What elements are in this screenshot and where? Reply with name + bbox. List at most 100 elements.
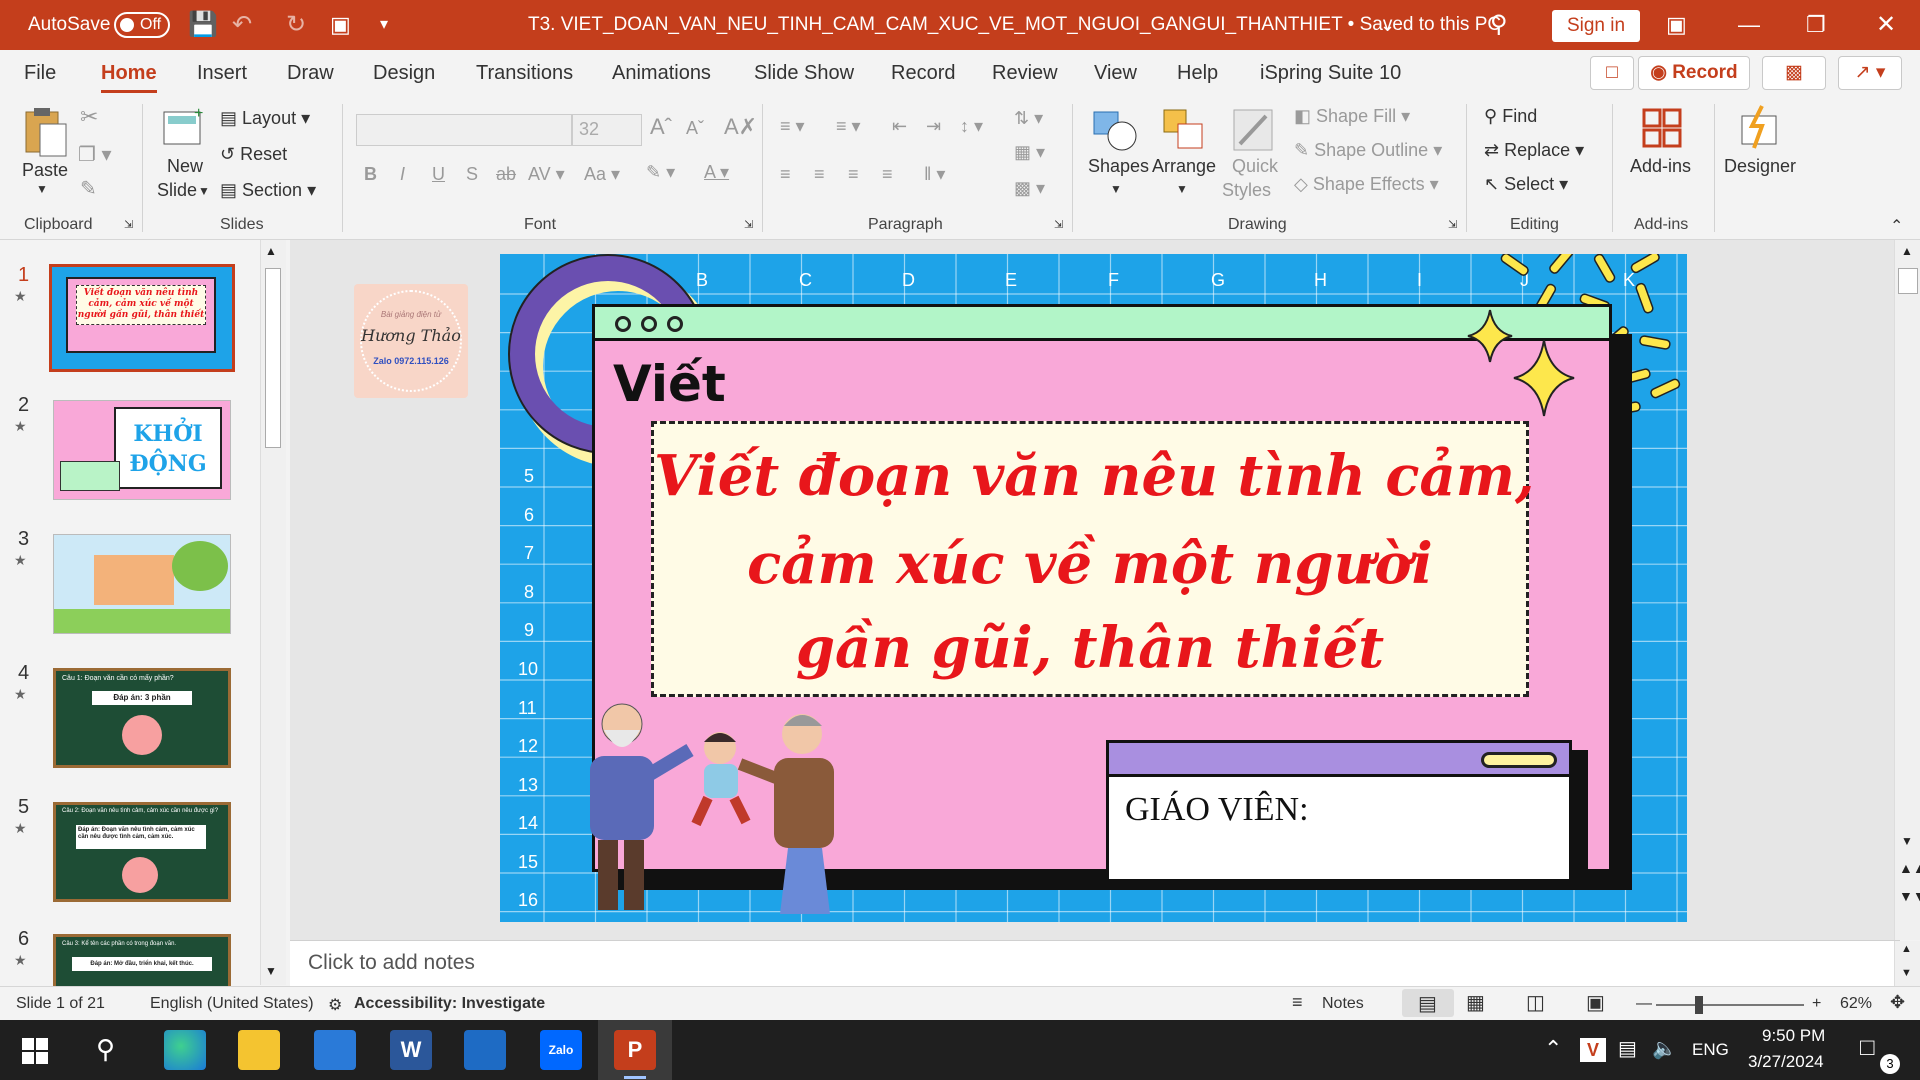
shapes-chevron-icon[interactable]: ▼ bbox=[1110, 182, 1122, 196]
notes-icon[interactable]: ≡ bbox=[1292, 992, 1303, 1013]
new-slide-label-2[interactable]: Slide bbox=[157, 180, 197, 201]
arrange-icon[interactable] bbox=[1160, 106, 1208, 154]
fit-slide-icon[interactable]: ✥ bbox=[1890, 992, 1905, 1013]
underline-icon[interactable]: U bbox=[432, 164, 445, 185]
thumbnail-slide-5[interactable]: Câu 2: Đoạn văn nêu tình cảm, cảm xúc cầ… bbox=[53, 802, 231, 902]
search-icon[interactable]: ⚲ bbox=[1490, 0, 1508, 50]
teams-button[interactable]: ▩ bbox=[1762, 56, 1826, 90]
slide-canvas[interactable]: B C D E F G H I J K 5 6 7 8 9 10 11 12 1… bbox=[500, 254, 1687, 922]
new-slide-chevron-icon[interactable]: ▼ bbox=[198, 184, 210, 198]
comments-button[interactable]: □ bbox=[1590, 56, 1634, 90]
document-title[interactable]: T3. VIET_DOAN_VAN_NEU_TINH_CAM_CAM_XUC_V… bbox=[528, 0, 1501, 50]
sign-in-button[interactable]: Sign in bbox=[1552, 10, 1640, 42]
word-icon[interactable]: W bbox=[390, 1030, 432, 1070]
editor-scrollbar[interactable]: ▲ ▼ ▲▲ ▼▼ bbox=[1894, 240, 1920, 940]
font-launcher-icon[interactable]: ⇲ bbox=[744, 218, 753, 231]
previous-slide-icon[interactable]: ▲▲ bbox=[1899, 860, 1920, 876]
new-slide-label-1[interactable]: New bbox=[167, 156, 203, 177]
zoom-level[interactable]: 62% bbox=[1840, 995, 1872, 1013]
notification-icon[interactable]: □ bbox=[1860, 1034, 1875, 1062]
editor-scroll-down-icon[interactable]: ▼ bbox=[1901, 834, 1913, 848]
italic-icon[interactable]: I bbox=[400, 164, 405, 185]
media-player-icon[interactable] bbox=[464, 1030, 506, 1070]
increase-font-icon[interactable]: Aˆ bbox=[650, 114, 672, 140]
save-icon[interactable]: 💾 bbox=[188, 0, 218, 50]
add-ins-label[interactable]: Add-ins bbox=[1630, 156, 1691, 177]
scroll-up-icon[interactable]: ▲ bbox=[265, 244, 277, 258]
zoom-out-icon[interactable]: — bbox=[1636, 995, 1652, 1013]
add-ins-icon[interactable] bbox=[1640, 106, 1686, 152]
align-left-icon[interactable]: ≡ bbox=[780, 164, 791, 185]
tab-help[interactable]: Help bbox=[1177, 62, 1218, 85]
drawing-launcher-icon[interactable]: ⇲ bbox=[1448, 218, 1457, 231]
thumbnails-scroll-thumb[interactable] bbox=[265, 268, 281, 448]
new-slide-icon[interactable]: + bbox=[160, 104, 206, 152]
tab-ispring[interactable]: iSpring Suite 10 bbox=[1260, 62, 1401, 85]
align-right-icon[interactable]: ≡ bbox=[848, 164, 859, 185]
align-center-icon[interactable]: ≡ bbox=[814, 164, 825, 185]
thumbnails-scrollbar[interactable]: ▲ ▼ bbox=[260, 240, 286, 985]
layout-button[interactable]: ▤ Layout ▾ bbox=[220, 108, 310, 129]
next-slide-icon[interactable]: ▼▼ bbox=[1899, 888, 1920, 904]
title-chevron-down-icon[interactable]: ⌄ bbox=[1380, 0, 1395, 50]
slide-counter[interactable]: Slide 1 of 21 bbox=[16, 995, 105, 1013]
language-tray[interactable]: ENG bbox=[1692, 1040, 1729, 1060]
volume-icon[interactable]: 🔈 bbox=[1652, 1036, 1677, 1061]
shadow-icon[interactable]: S bbox=[466, 164, 478, 185]
bullets-icon[interactable]: ≡ ▾ bbox=[780, 116, 805, 137]
decrease-indent-icon[interactable]: ⇤ bbox=[892, 116, 907, 137]
arrange-chevron-icon[interactable]: ▼ bbox=[1176, 182, 1188, 196]
notes-pane[interactable]: Click to add notes ▲ ▼ bbox=[290, 940, 1920, 987]
thumbnail-slide-3[interactable] bbox=[53, 534, 231, 634]
change-case-icon[interactable]: Aa ▾ bbox=[584, 164, 620, 185]
tab-animations[interactable]: Animations bbox=[612, 62, 711, 85]
quick-styles-label-1[interactable]: Quick bbox=[1232, 156, 1278, 177]
arrange-label[interactable]: Arrange bbox=[1152, 156, 1216, 177]
zoom-slider-knob[interactable] bbox=[1694, 996, 1703, 1014]
notes-scroll-up-icon[interactable]: ▲ bbox=[1901, 943, 1912, 955]
thumbnail-slide-1[interactable]: Viết đoạn văn nêu tình cảm, cảm xúc về m… bbox=[49, 264, 235, 372]
align-text-icon[interactable]: ▦ ▾ bbox=[1014, 142, 1045, 163]
numbering-icon[interactable]: ≡ ▾ bbox=[836, 116, 861, 137]
paste-label[interactable]: Paste bbox=[22, 160, 68, 181]
zoom-slider[interactable] bbox=[1656, 996, 1804, 1014]
tray-app-icon[interactable]: V bbox=[1580, 1038, 1606, 1062]
increase-indent-icon[interactable]: ⇥ bbox=[926, 116, 941, 137]
designer-icon[interactable] bbox=[1736, 104, 1784, 152]
font-size-box[interactable]: 32 bbox=[572, 114, 642, 146]
shape-outline-button[interactable]: ✎ Shape Outline ▾ bbox=[1294, 140, 1442, 161]
customize-qat-icon[interactable]: ▾ bbox=[380, 0, 388, 50]
tray-time[interactable]: 9:50 PM bbox=[1762, 1026, 1825, 1046]
paste-icon[interactable] bbox=[22, 106, 68, 160]
format-painter-icon[interactable]: ✎ bbox=[80, 176, 97, 201]
language-indicator[interactable]: English (United States) bbox=[150, 995, 314, 1013]
ribbon-display-icon[interactable]: ▣ bbox=[1666, 0, 1687, 50]
find-button[interactable]: ⚲ Find bbox=[1484, 106, 1537, 127]
section-button[interactable]: ▤ Section ▾ bbox=[220, 180, 316, 201]
editor-scroll-thumb[interactable] bbox=[1898, 268, 1918, 294]
tray-chevron-icon[interactable]: ⌃ bbox=[1544, 1036, 1562, 1062]
thumbnail-slide-6[interactable]: Câu 3: Kể tên các phần có trong đoạn văn… bbox=[53, 934, 231, 986]
paragraph-launcher-icon[interactable]: ⇲ bbox=[1054, 218, 1063, 231]
quick-styles-label-2[interactable]: Styles bbox=[1222, 180, 1271, 201]
restore-icon[interactable]: ❐ bbox=[1806, 0, 1826, 50]
tab-slide-show[interactable]: Slide Show bbox=[754, 62, 854, 85]
teacher-box[interactable]: GIÁO VIÊN: bbox=[1106, 740, 1572, 882]
editor-scroll-up-icon[interactable]: ▲ bbox=[1901, 244, 1913, 258]
record-button[interactable]: ◉ Record bbox=[1638, 56, 1750, 90]
tab-draw[interactable]: Draw bbox=[287, 62, 334, 85]
cut-icon[interactable]: ✂ bbox=[80, 104, 98, 130]
clipboard-launcher-icon[interactable]: ⇲ bbox=[124, 218, 133, 231]
slide-show-icon[interactable]: ▣ bbox=[1586, 990, 1605, 1015]
paste-chevron-icon[interactable]: ▼ bbox=[36, 182, 48, 196]
thumbnail-slide-2[interactable]: KHỞI ĐỘNG bbox=[53, 400, 231, 500]
normal-view-button[interactable]: ▤ bbox=[1402, 989, 1454, 1017]
notes-toggle[interactable]: Notes bbox=[1322, 995, 1364, 1013]
autosave-toggle[interactable]: Off bbox=[114, 12, 170, 38]
line-spacing-icon[interactable]: ↕ ▾ bbox=[960, 116, 983, 137]
shape-effects-button[interactable]: ◇ Shape Effects ▾ bbox=[1294, 174, 1439, 195]
scroll-down-icon[interactable]: ▼ bbox=[265, 964, 277, 978]
strikethrough-icon[interactable]: ab bbox=[496, 164, 516, 185]
shapes-icon[interactable] bbox=[1090, 106, 1140, 152]
replace-button[interactable]: ⇄ Replace ▾ bbox=[1484, 140, 1584, 161]
